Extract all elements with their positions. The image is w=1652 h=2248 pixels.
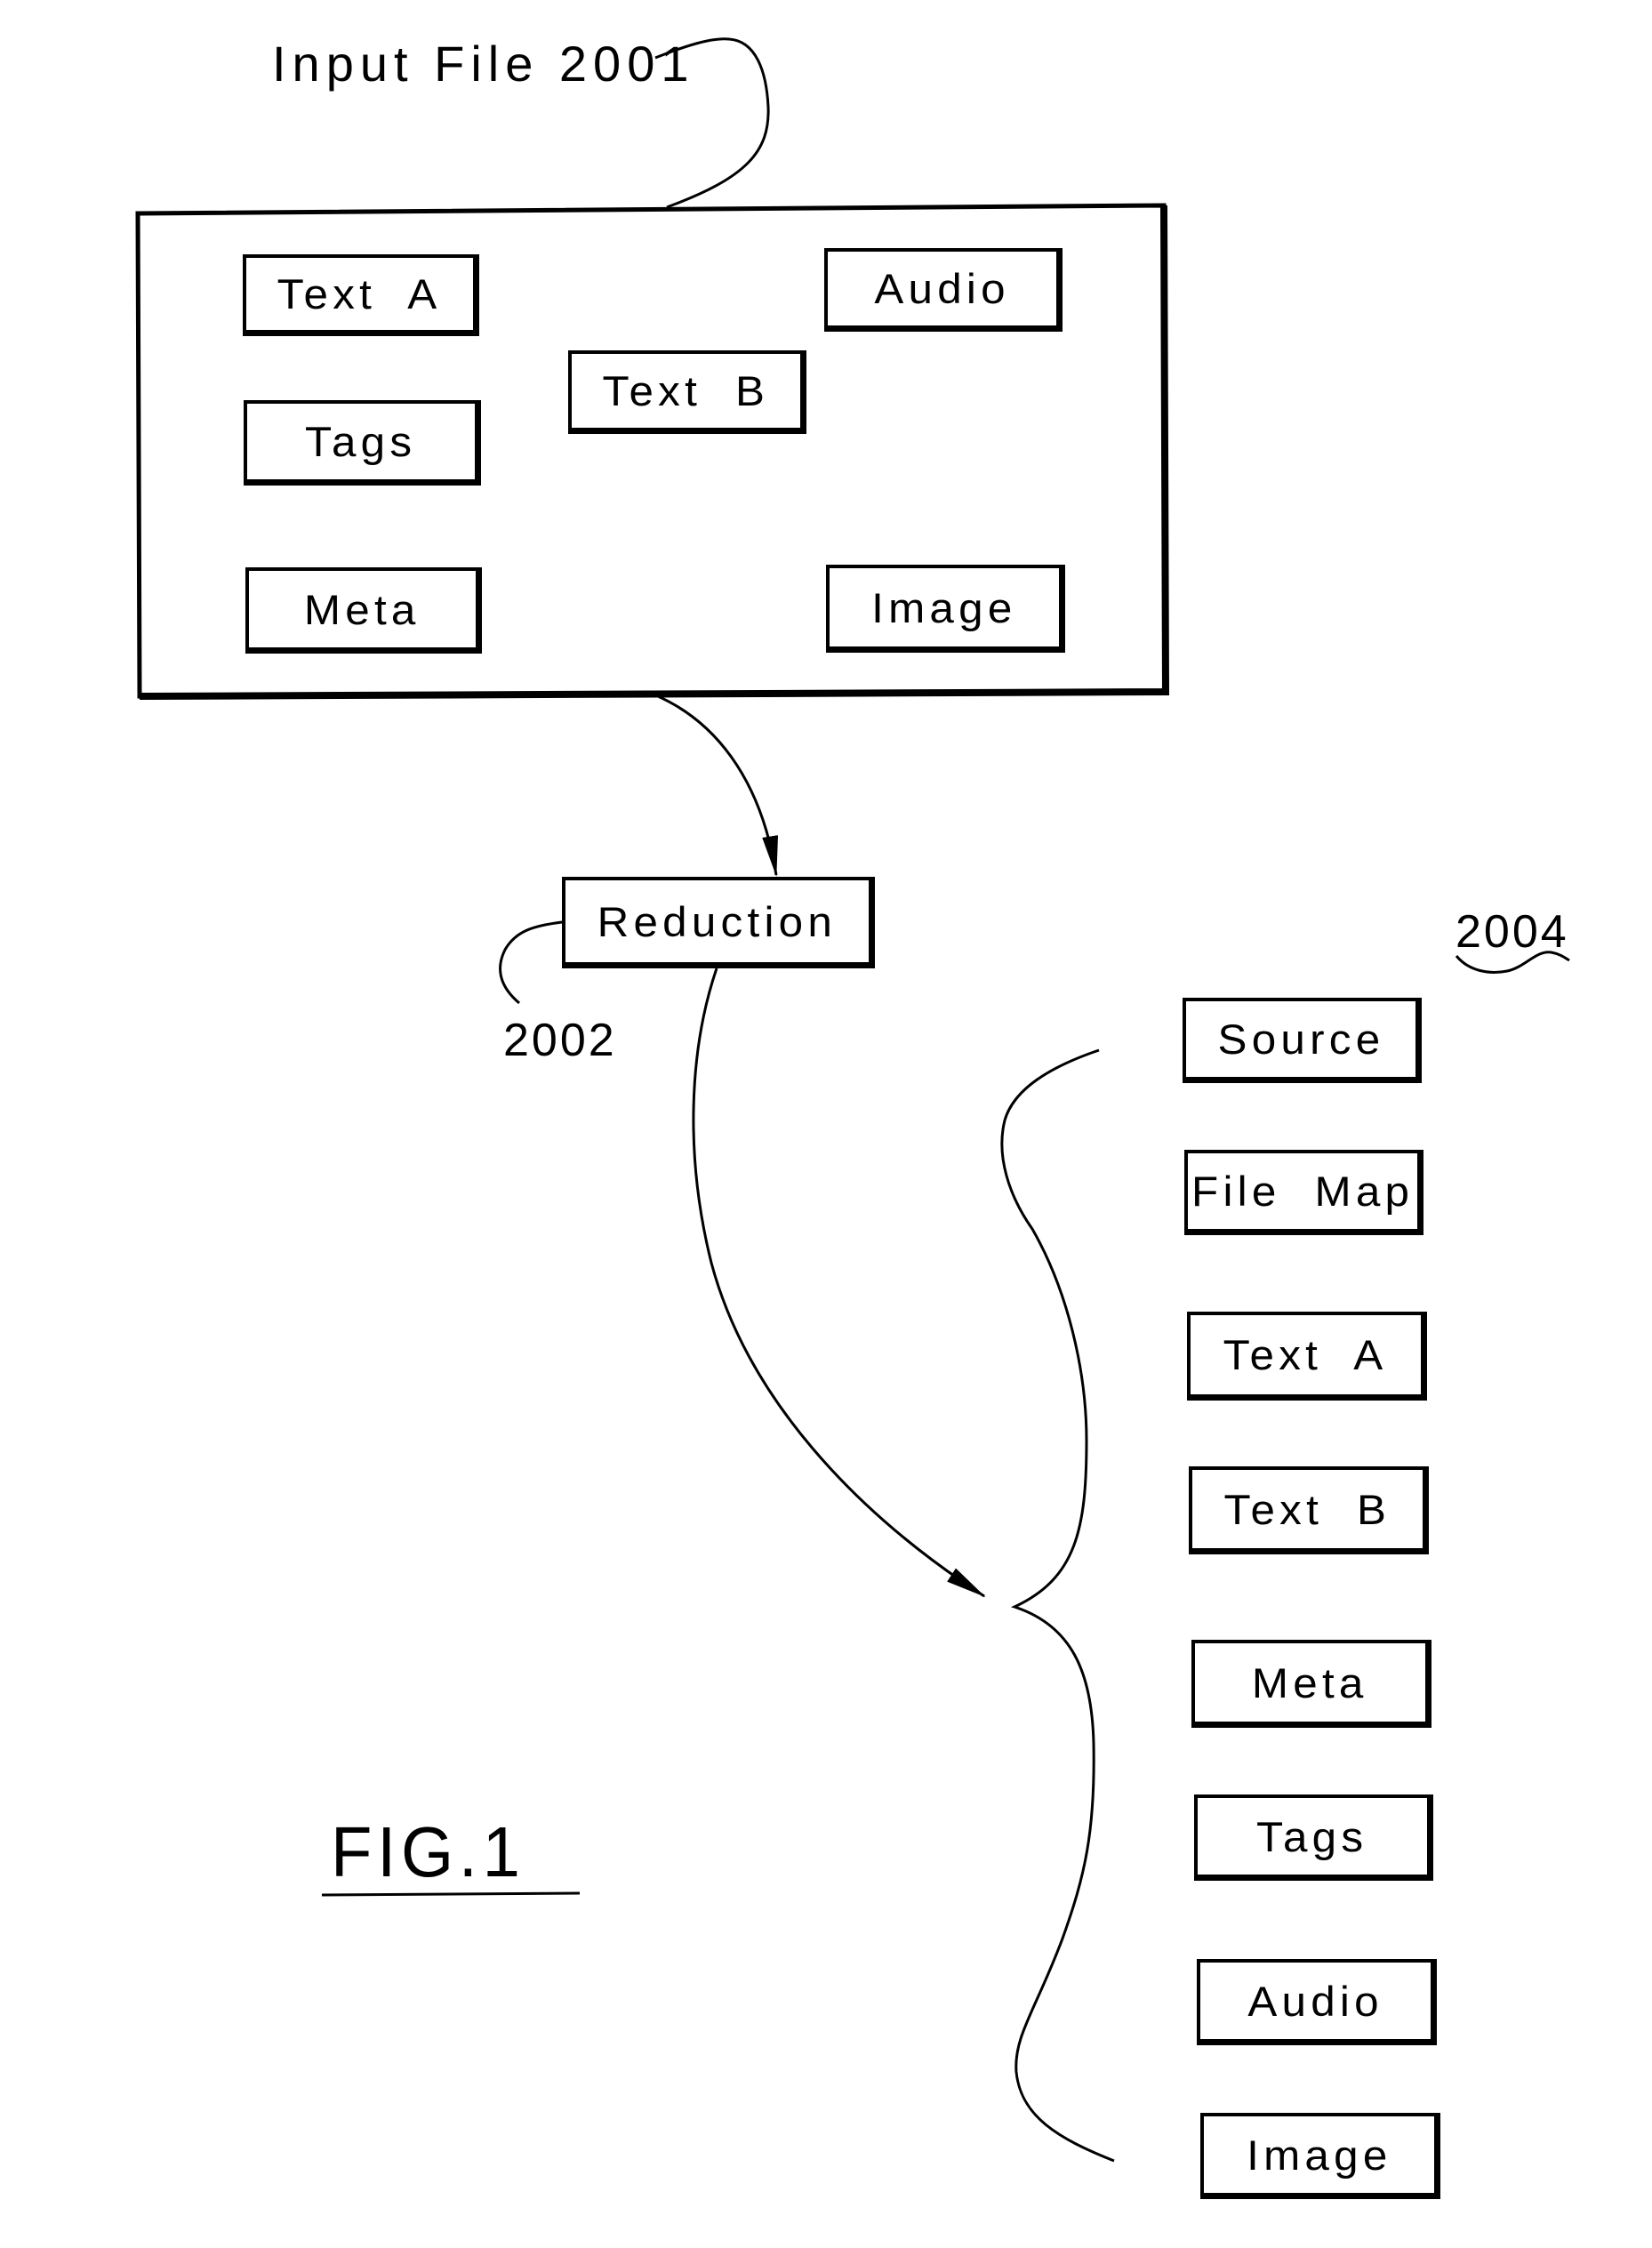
component-label: Audio	[1247, 1977, 1383, 2025]
figure-label: FIG.1	[331, 1812, 525, 1891]
component-label: Audio	[874, 265, 1010, 312]
arrow-input-to-reduction	[657, 694, 779, 877]
component-label: Text B	[602, 367, 770, 414]
output-component-meta: Meta	[1191, 1640, 1431, 1728]
component-label: Text A	[1223, 1331, 1388, 1378]
arrow-reduction-to-output	[692, 967, 986, 1598]
output-component-audio: Audio	[1197, 1959, 1437, 2045]
fig-underline	[321, 1891, 581, 1897]
component-label: Meta	[304, 585, 421, 633]
output-component-text-a: Text A	[1187, 1312, 1427, 1401]
input-file-label: Input File 2001	[272, 36, 695, 92]
output-component-image: Image	[1200, 2113, 1440, 2199]
reduction-label: Reduction	[597, 897, 838, 945]
input-component-audio: Audio	[824, 248, 1063, 332]
output-component-text-b: Text B	[1189, 1466, 1429, 1554]
output-component-file-map: File Map	[1184, 1150, 1423, 1235]
component-label: Tags	[1256, 1812, 1368, 1860]
output-component-source: Source	[1183, 998, 1422, 1083]
input-component-text-a: Text A	[243, 254, 479, 336]
component-label: Source	[1217, 1016, 1384, 1063]
input-component-text-b: Text B	[568, 350, 806, 434]
component-label: Tags	[305, 418, 417, 465]
component-label: Image	[871, 583, 1017, 631]
input-component-meta: Meta	[245, 567, 482, 654]
output-curly-brace	[1000, 1048, 1115, 2163]
component-label: Meta	[1252, 1658, 1368, 1706]
component-label: Image	[1246, 2131, 1392, 2179]
output-component-tags: Tags	[1194, 1794, 1433, 1881]
input-component-image: Image	[826, 565, 1065, 653]
reference-number-2004: 2004	[1456, 906, 1569, 958]
component-label: File Map	[1191, 1168, 1415, 1215]
diagram-connectors	[135, 37, 1570, 2163]
reduction-box: Reduction	[562, 877, 875, 968]
component-label: Text B	[1223, 1485, 1391, 1533]
component-label: Text A	[277, 270, 442, 317]
leader-line-2002	[499, 920, 563, 1005]
reference-number-2002: 2002	[503, 1015, 617, 1066]
input-component-tags: Tags	[244, 400, 481, 486]
